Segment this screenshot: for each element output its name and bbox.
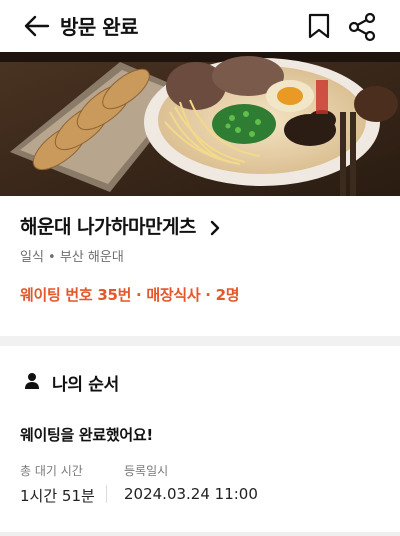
back-arrow-icon[interactable] [22,12,52,40]
registered-value: 2024.03.24 11:00 [124,485,258,503]
chevron-right-icon[interactable] [208,219,222,237]
value-separator [106,485,107,503]
page-title: 방문 완료 [60,15,139,39]
top-header: 방문 완료 [0,0,400,52]
bottom-divider [0,532,400,536]
person-icon [25,373,39,389]
total-wait-label: 총 대기 시간 [20,464,83,478]
total-wait-value: 1시간 51분 [20,487,95,505]
store-name[interactable]: 해운대 나가하마만게츠 [20,212,196,239]
store-category: 일식 • 부산 해운대 [20,250,124,265]
section-divider [0,336,400,346]
share-icon[interactable] [347,12,377,42]
restaurant-photo [0,52,400,196]
bookmark-icon[interactable] [306,12,332,40]
registered-label: 등록일시 [124,464,169,478]
waiting-status: 웨이팅을 완료했어요! [20,426,153,444]
waiting-info: 웨이팅 번호 35번 · 매장식사 · 2명 [20,286,240,304]
my-order-title: 나의 순서 [52,375,119,395]
